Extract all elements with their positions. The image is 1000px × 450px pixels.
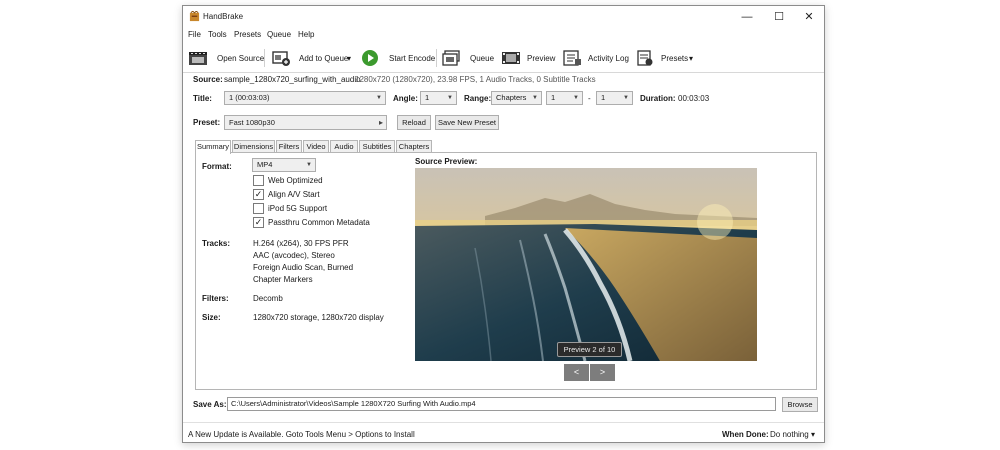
open-source-label: Open Source — [217, 54, 265, 63]
format-value: MP4 — [257, 160, 273, 169]
activity-log-icon — [563, 50, 581, 66]
range-end-select[interactable]: 1 ▼ — [596, 91, 633, 105]
browse-button[interactable]: Browse — [782, 397, 818, 412]
save-as-path-field[interactable]: C:\Users\Administrator\Videos\Sample 128… — [227, 397, 776, 411]
filters-label: Filters: — [202, 294, 229, 303]
reload-button[interactable]: Reload — [397, 115, 431, 130]
chevron-down-icon: ▾ — [689, 54, 694, 63]
chevron-down-icon: ▾ — [811, 430, 816, 439]
film-clapper-icon — [189, 52, 207, 65]
filters-value: Decomb — [253, 294, 283, 303]
range-label: Range: — [464, 94, 492, 103]
title-bar: HandBrake — ☐ ✕ — [183, 6, 824, 28]
status-bar: A New Update is Available. Goto Tools Me… — [183, 422, 824, 444]
passthru-metadata-checkbox[interactable]: ✓ — [253, 217, 264, 228]
presets-label: Presets — [661, 54, 689, 63]
maximize-button[interactable]: ☐ — [763, 6, 795, 28]
source-name: sample_1280x720_surfing_with_audio — [224, 75, 361, 84]
chevron-down-icon: ▼ — [532, 95, 538, 101]
chevron-down-icon: ▾ — [347, 54, 352, 63]
preset-value: Fast 1080p30 — [229, 118, 275, 127]
toolbar-separator — [436, 49, 437, 67]
source-info: 1280x720 (1280x720), 23.98 FPS, 1 Audio … — [355, 75, 596, 84]
film-strip-icon — [502, 52, 520, 64]
track-video: H.264 (x264), 30 FPS PFR — [253, 239, 349, 248]
menu-file[interactable]: File — [188, 30, 201, 39]
title-select-value: 1 (00:03:03) — [229, 93, 270, 102]
chevron-down-icon: ▼ — [376, 95, 382, 101]
web-optimized-checkbox[interactable] — [253, 175, 264, 186]
queue-icon — [442, 50, 460, 66]
chevron-down-icon: ▼ — [573, 95, 579, 101]
chevron-down-icon: ▼ — [623, 95, 629, 101]
angle-label: Angle: — [393, 94, 418, 103]
duration-value: 00:03:03 — [678, 94, 710, 103]
save-new-preset-button[interactable]: Save New Preset — [435, 115, 499, 130]
menu-bar: File Tools Presets Queue Help — [183, 28, 824, 43]
range-type-select[interactable]: Chapters ▼ — [491, 91, 542, 105]
toolbar: Open Source Add to Queue ▾ Start Encode — [183, 43, 824, 73]
handbrake-window: HandBrake — ☐ ✕ File Tools Presets Queue… — [182, 5, 825, 443]
passthru-metadata-label: Passthru Common Metadata — [268, 218, 370, 227]
add-to-queue-label: Add to Queue — [299, 54, 349, 63]
title-label: Title: — [193, 94, 212, 103]
play-icon — [362, 50, 378, 66]
angle-select-value: 1 — [425, 93, 430, 102]
range-start-select[interactable]: 1 ▼ — [546, 91, 583, 105]
menu-help[interactable]: Help — [298, 30, 314, 39]
align-av-start-label: Align A/V Start — [268, 190, 320, 199]
queue-label: Queue — [470, 54, 495, 63]
web-optimized-label: Web Optimized — [268, 176, 323, 185]
chevron-down-icon: ▼ — [306, 162, 312, 168]
source-preview-image — [415, 168, 757, 361]
source-label: Source: — [193, 75, 223, 84]
preset-selector[interactable]: Fast 1080p30 ▸ — [224, 115, 387, 130]
add-to-queue-icon — [272, 51, 290, 66]
save-as-label: Save As: — [193, 400, 227, 409]
handbrake-logo-icon — [189, 11, 200, 22]
window-title: HandBrake — [203, 12, 244, 21]
chevron-down-icon: ▼ — [447, 95, 453, 101]
format-select[interactable]: MP4 ▼ — [252, 158, 316, 172]
ipod-5g-support-checkbox[interactable] — [253, 203, 264, 214]
track-audio: AAC (avcodec), Stereo — [253, 251, 335, 260]
range-start-value: 1 — [551, 93, 556, 102]
tab-summary[interactable]: Summary — [195, 140, 231, 154]
title-select[interactable]: 1 (00:03:03) ▼ — [224, 91, 386, 105]
tracks-label: Tracks: — [202, 239, 231, 248]
track-chapter-markers: Chapter Markers — [253, 275, 313, 284]
chevron-right-icon: ▸ — [378, 118, 383, 127]
activity-log-label: Activity Log — [588, 54, 629, 63]
menu-tools[interactable]: Tools — [208, 30, 227, 39]
start-encode-label: Start Encode — [389, 54, 436, 63]
duration-label: Duration: — [640, 94, 676, 103]
toolbar-separator — [264, 49, 265, 67]
size-value: 1280x720 storage, 1280x720 display — [253, 313, 384, 322]
format-label: Format: — [202, 162, 232, 171]
ipod-5g-support-label: iPod 5G Support — [268, 204, 328, 213]
previous-preview-button[interactable]: < — [564, 364, 589, 381]
preset-label: Preset: — [193, 118, 221, 127]
menu-presets[interactable]: Presets — [234, 30, 261, 39]
range-type-value: Chapters — [496, 93, 527, 102]
when-done-label: When Done: — [722, 430, 769, 439]
when-done-value: Do nothing — [770, 430, 809, 439]
align-av-start-checkbox[interactable]: ✓ — [253, 189, 264, 200]
source-preview-label: Source Preview: — [415, 157, 478, 166]
angle-select[interactable]: 1 ▼ — [420, 91, 457, 105]
menu-queue[interactable]: Queue — [267, 30, 291, 39]
preview-label: Preview — [527, 54, 556, 63]
close-button[interactable]: ✕ — [793, 6, 825, 28]
size-label: Size: — [202, 313, 221, 322]
presets-icon — [637, 50, 653, 66]
range-dash: - — [588, 94, 591, 103]
update-notice: A New Update is Available. Goto Tools Me… — [188, 430, 415, 439]
range-end-value: 1 — [601, 93, 606, 102]
preview-counter-badge: Preview 2 of 10 — [557, 342, 622, 357]
track-subtitle-scan: Foreign Audio Scan, Burned — [253, 263, 354, 272]
next-preview-button[interactable]: > — [590, 364, 615, 381]
minimize-button[interactable]: — — [731, 6, 763, 28]
